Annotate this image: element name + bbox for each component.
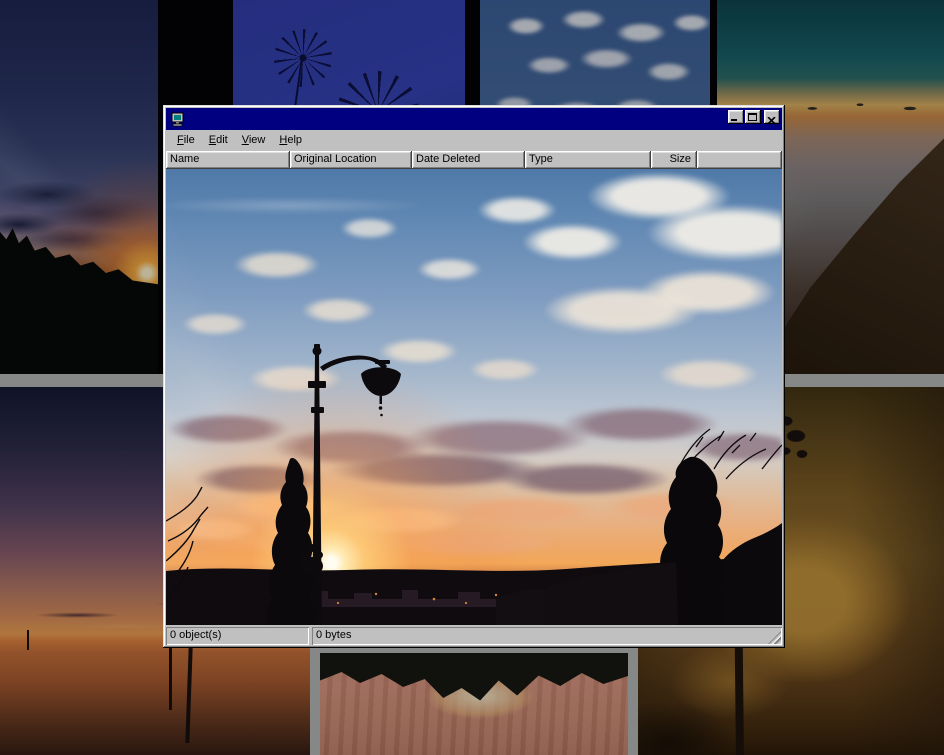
file-list-area[interactable]	[166, 169, 782, 625]
window-controls	[727, 110, 780, 129]
column-header-size[interactable]: Size	[651, 151, 697, 169]
title-bar[interactable]	[166, 108, 782, 130]
status-bar: 0 object(s) 0 bytes	[166, 625, 782, 645]
maximize-icon	[748, 113, 757, 121]
column-header-type[interactable]: Type	[525, 151, 651, 169]
close-icon	[767, 113, 776, 128]
photo-silhouettes	[166, 169, 782, 625]
close-button[interactable]	[764, 110, 780, 124]
column-header-date-deleted[interactable]: Date Deleted	[412, 151, 525, 169]
recycle-bin-window: File Edit View Help Name Original Locati…	[163, 105, 785, 648]
status-total-size: 0 bytes	[312, 627, 782, 645]
minimize-icon	[731, 119, 737, 121]
column-header-original-location[interactable]: Original Location	[290, 151, 412, 169]
column-header-name[interactable]: Name	[166, 151, 290, 169]
minimize-button[interactable]	[728, 110, 744, 124]
menu-view[interactable]: View	[235, 132, 273, 149]
desktop: File Edit View Help Name Original Locati…	[0, 0, 944, 755]
computer-icon[interactable]	[170, 111, 186, 127]
menu-help[interactable]: Help	[272, 132, 309, 149]
column-header-row: Name Original Location Date Deleted Type…	[166, 151, 782, 169]
status-object-count: 0 object(s)	[166, 627, 309, 645]
maximize-button[interactable]	[745, 110, 761, 124]
column-header-filler	[697, 151, 782, 169]
menu-file[interactable]: File	[170, 132, 202, 149]
menu-edit[interactable]: Edit	[202, 132, 235, 149]
menu-bar: File Edit View Help	[166, 130, 782, 151]
